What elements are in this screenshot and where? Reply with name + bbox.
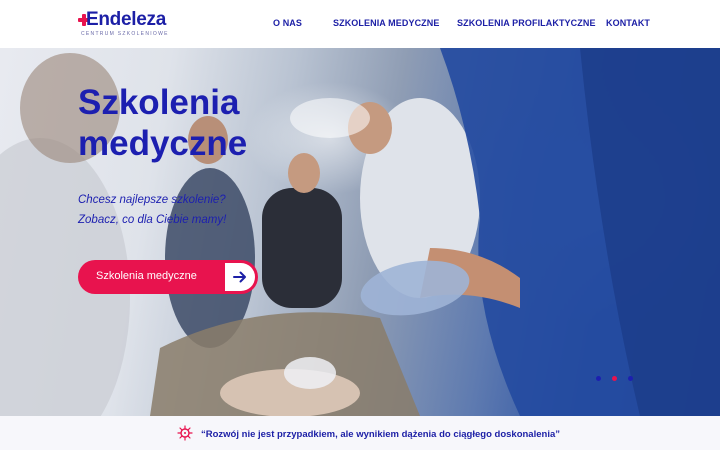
quote-bar: “Rozwój nie jest przypadkiem, ale wyniki… (0, 416, 720, 450)
quote-text: “Rozwój nie jest przypadkiem, ale wyniki… (201, 429, 560, 440)
slider-dots (596, 376, 640, 382)
slider-dot[interactable] (612, 376, 617, 381)
hero-subtitle-line-1: Chcesz najlepsze szkolenie? (78, 194, 226, 206)
virus-icon (177, 425, 193, 441)
hero-section: Szkolenia medyczne Chcesz najlepsze szko… (0, 48, 720, 416)
hero-title: Szkolenia medyczne (78, 83, 248, 163)
slider-dot[interactable] (628, 376, 633, 381)
slider-dot[interactable] (596, 376, 601, 381)
nav-item-kontakt[interactable]: KONTAKT (606, 18, 650, 28)
nav-item-szkolenia-profilaktyczne[interactable]: SZKOLENIA PROFILAKTYCZNE (457, 18, 596, 28)
logo-tagline: CENTRUM SZKOLENIOWE (81, 31, 169, 37)
cta-button-label: Szkolenia medyczne (96, 270, 197, 282)
site-header: Endeleza CENTRUM SZKOLENIOWE O NAS SZKOL… (0, 0, 720, 48)
arrow-right-icon (225, 263, 255, 291)
hero-subtitle-line-2: Zobacz, co dla Ciebie mamy! (78, 214, 227, 226)
cta-button[interactable]: Szkolenia medyczne (78, 260, 258, 294)
hero-subtitle: Chcesz najlepsze szkolenie? Zobacz, co d… (78, 190, 298, 230)
nav-item-o-nas[interactable]: O NAS (273, 18, 302, 28)
main-nav: O NAS SZKOLENIA MEDYCZNE SZKOLENIA PROFI… (0, 18, 720, 30)
nav-item-szkolenia-medyczne[interactable]: SZKOLENIA MEDYCZNE (333, 18, 439, 28)
